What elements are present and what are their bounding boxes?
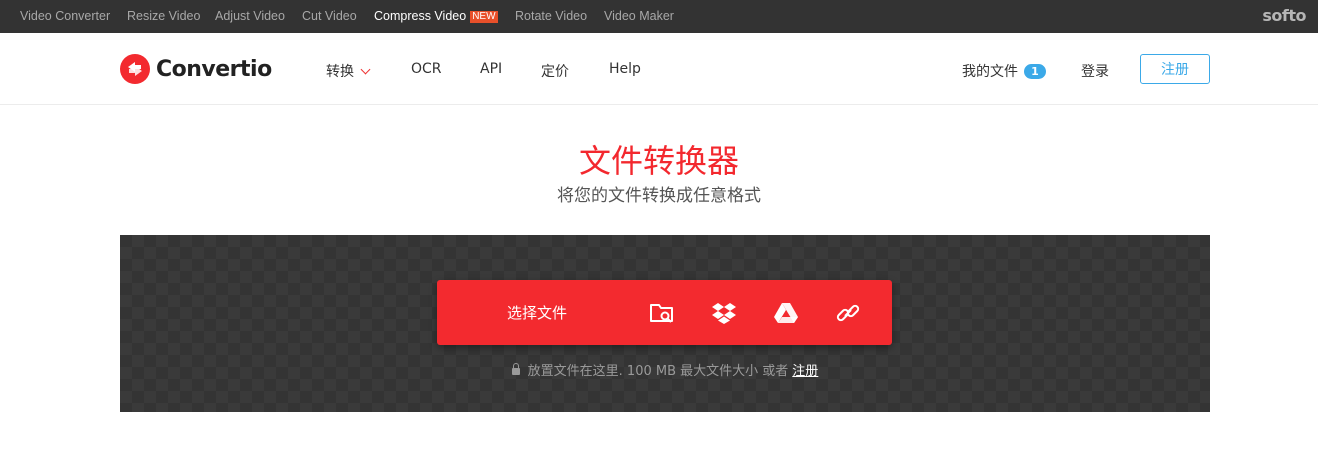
my-files-label: 我的文件	[962, 64, 1018, 80]
lock-icon	[511, 363, 520, 375]
my-files-link[interactable]: 我的文件 1	[962, 61, 1046, 81]
topbar-link-rotate-video[interactable]: Rotate Video	[515, 9, 587, 23]
logo-text: Convertio	[156, 56, 272, 82]
dropbox-icon[interactable]	[711, 300, 737, 326]
page-title: 文件转换器	[578, 142, 739, 180]
softo-top-bar: Video Converter Resize Video Adjust Vide…	[0, 0, 1318, 33]
topbar-link-adjust-video[interactable]: Adjust Video	[215, 9, 285, 23]
nav-api[interactable]: API	[480, 61, 502, 77]
convertio-logo[interactable]: Convertio	[120, 54, 272, 84]
topbar-link-video-converter[interactable]: Video Converter	[20, 9, 110, 23]
page-subtitle: 将您的文件转换成任意格式	[557, 186, 761, 206]
nav-convert-label: 转换	[326, 64, 354, 80]
topbar-link-compress-video-label: Compress Video	[374, 9, 467, 23]
dropzone-signup-link[interactable]: 注册	[792, 364, 818, 379]
softo-logo[interactable]: softo	[1262, 6, 1306, 25]
dropzone-note-text: 放置文件在这里. 100 MB 最大文件大小 或者	[527, 364, 789, 379]
topbar-link-video-maker[interactable]: Video Maker	[604, 9, 674, 23]
link-icon[interactable]	[835, 300, 861, 326]
site-header: Convertio 转换 OCR API 定价 Help 我的文件 1 登录 注册	[0, 33, 1318, 105]
files-count-badge: 1	[1024, 64, 1046, 79]
login-link[interactable]: 登录	[1081, 61, 1109, 81]
chevron-down-icon	[360, 64, 371, 75]
upload-bar: 选择文件	[437, 280, 892, 345]
choose-files-button[interactable]: 选择文件	[507, 302, 567, 323]
topbar-link-compress-video[interactable]: Compress Video NEW	[374, 9, 498, 23]
signup-button[interactable]: 注册	[1140, 54, 1210, 84]
folder-search-icon[interactable]	[649, 300, 675, 326]
new-badge: NEW	[470, 11, 498, 23]
file-dropzone[interactable]: 选择文件 放置文件在这里. 100 MB 最大文件大小 或者 注册	[120, 235, 1210, 412]
nav-convert[interactable]: 转换	[326, 61, 371, 81]
convertio-logo-icon	[120, 54, 150, 84]
google-drive-icon[interactable]	[773, 300, 799, 326]
topbar-link-resize-video[interactable]: Resize Video	[127, 9, 200, 23]
nav-pricing[interactable]: 定价	[541, 61, 569, 81]
nav-help[interactable]: Help	[609, 61, 641, 77]
dropzone-note: 放置文件在这里. 100 MB 最大文件大小 或者 注册	[120, 360, 1210, 379]
topbar-link-cut-video[interactable]: Cut Video	[302, 9, 357, 23]
nav-ocr[interactable]: OCR	[411, 61, 442, 77]
